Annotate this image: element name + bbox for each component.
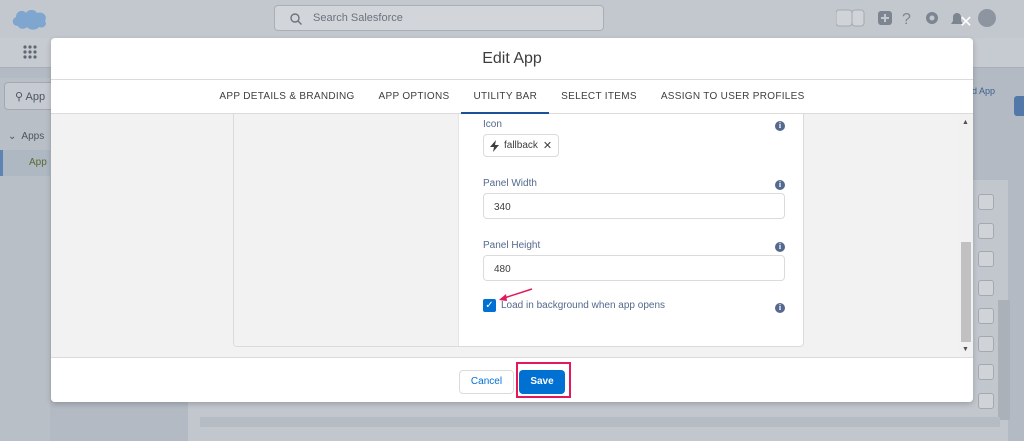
row-action-dropdown[interactable] xyxy=(978,280,994,296)
row-action-dropdown[interactable] xyxy=(978,336,994,352)
favorites-icon xyxy=(836,9,853,27)
edit-app-modal: Edit App App Details & Branding App Opti… xyxy=(51,38,973,402)
panel-height-input[interactable]: 480 xyxy=(483,255,785,281)
modal-tabs: App Details & Branding App Options Utili… xyxy=(51,80,973,114)
row-action-dropdown[interactable] xyxy=(978,194,994,210)
scrollbar-thumb[interactable] xyxy=(961,242,971,342)
header-utility-icons: ? xyxy=(836,9,996,28)
info-icon[interactable]: i xyxy=(775,180,785,190)
avatar xyxy=(978,9,996,27)
remove-icon[interactable]: ✕ xyxy=(543,139,552,152)
modal-scrollbar[interactable]: ▲ ▼ xyxy=(959,114,973,357)
tab-assign-user-profiles[interactable]: Assign to User Profiles xyxy=(649,80,817,113)
panel-width-label: Panel Width xyxy=(483,178,537,189)
utility-item-properties-panel: Icon i fallback ✕ Panel Width i 340 Pane… xyxy=(233,114,804,347)
search-icon xyxy=(290,13,302,25)
favorites-dropdown-icon xyxy=(851,9,865,27)
app-launcher-icon[interactable] xyxy=(22,44,38,60)
sidebar-group-label: Apps xyxy=(21,131,45,142)
panel-height-label: Panel Height xyxy=(483,240,541,251)
salesforce-logo-icon xyxy=(12,10,46,30)
save-button[interactable]: Save xyxy=(519,370,565,394)
search-icon: ⚲ xyxy=(15,91,24,103)
modal-title: Edit App xyxy=(482,50,542,67)
tab-app-options[interactable]: App Options xyxy=(367,80,462,113)
modal-header: Edit App xyxy=(51,38,973,80)
close-icon[interactable]: ✕ xyxy=(957,14,975,32)
help-icon: ? xyxy=(902,11,911,28)
modal-footer: Cancel Save xyxy=(51,357,973,402)
scroll-up-icon[interactable]: ▲ xyxy=(962,119,969,126)
info-icon[interactable]: i xyxy=(775,303,785,313)
chevron-down-icon: ⌄ xyxy=(8,131,17,142)
row-action-dropdown[interactable] xyxy=(978,364,994,380)
info-icon[interactable]: i xyxy=(775,242,785,252)
utility-item-form: Icon i fallback ✕ Panel Width i 340 Pane… xyxy=(483,114,789,346)
list-horizontal-scrollbar[interactable] xyxy=(200,417,1000,427)
sidebar-group-apps[interactable]: ⌄ Apps xyxy=(8,131,44,142)
tab-utility-bar[interactable]: Utility Bar xyxy=(461,80,549,114)
annotation-arrow-icon xyxy=(499,288,533,301)
quick-find-value: App xyxy=(25,91,46,103)
tab-app-details-branding[interactable]: App Details & Branding xyxy=(207,80,366,113)
scroll-down-icon[interactable]: ▼ xyxy=(962,346,969,353)
row-action-dropdown[interactable] xyxy=(978,223,994,239)
row-action-dropdown[interactable] xyxy=(978,308,994,324)
new-app-link[interactable]: d App xyxy=(972,86,995,96)
info-icon[interactable]: i xyxy=(775,121,785,131)
row-action-dropdown[interactable] xyxy=(978,393,994,409)
tab-select-items[interactable]: Select Items xyxy=(549,80,649,113)
modal-body: Icon i fallback ✕ Panel Width i 340 Pane… xyxy=(51,114,973,357)
load-in-background-checkbox[interactable]: ✓ xyxy=(483,299,496,312)
icon-label: Icon xyxy=(483,119,502,130)
panel-width-input[interactable]: 340 xyxy=(483,193,785,219)
cancel-button[interactable]: Cancel xyxy=(459,370,514,394)
lightning-bolt-icon xyxy=(490,139,499,152)
side-panel-toggle[interactable] xyxy=(1014,96,1024,116)
list-scrollbar[interactable] xyxy=(998,300,1010,420)
global-search-placeholder: Search Salesforce xyxy=(313,12,403,24)
row-action-dropdown[interactable] xyxy=(978,251,994,267)
global-search-input[interactable]: Search Salesforce xyxy=(274,5,604,31)
sidebar-item-app[interactable]: App xyxy=(0,150,50,176)
icon-pill: fallback ✕ xyxy=(483,134,560,157)
utility-items-list xyxy=(234,114,459,346)
icon-pill-label: fallback xyxy=(504,140,538,151)
